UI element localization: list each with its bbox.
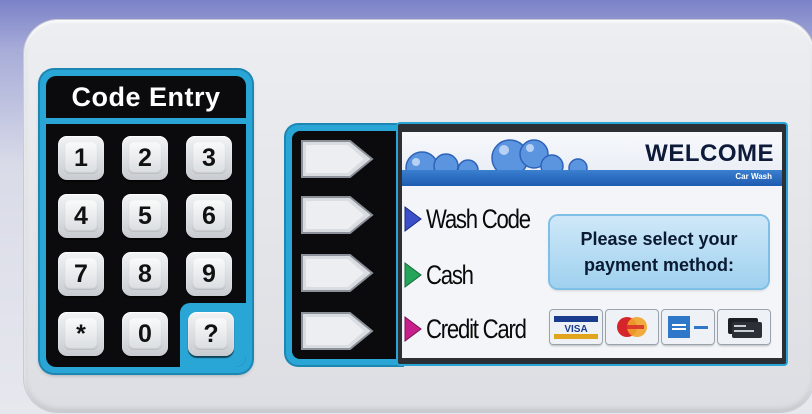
arrow-button-icon: [301, 140, 374, 178]
amex-logo: [668, 316, 708, 338]
keypad-title-divider: [46, 118, 246, 124]
amex-card-icon: [662, 310, 714, 344]
payment-prompt: Please select your payment method:: [550, 216, 768, 288]
key-7[interactable]: 7: [58, 252, 104, 296]
menu-item-credit-card[interactable]: Credit Card: [404, 312, 548, 346]
welcome-title: WELCOME: [645, 140, 774, 167]
mastercard-logo: [617, 317, 647, 337]
triangle-pointer-icon: [404, 316, 422, 342]
key-6-label: 6: [192, 200, 226, 232]
select-button-credit-card[interactable]: [298, 309, 376, 353]
keypad-face: Code Entry 1 2 3 4 5 6 7 8 9 * 0 ?: [46, 76, 246, 367]
selection-button-column-face: [292, 131, 402, 359]
payment-prompt-text: Please select your payment method:: [550, 226, 768, 278]
code-entry-keypad: Code Entry 1 2 3 4 5 6 7 8 9 * 0 ?: [40, 70, 252, 373]
key-8[interactable]: 8: [122, 252, 168, 296]
arrow-button-icon: [301, 196, 374, 234]
visa-text: VISA: [564, 324, 587, 335]
mastercard-icon: [606, 310, 658, 344]
banner-stripe: [402, 170, 782, 186]
key-0-label: 0: [128, 318, 162, 350]
menu-item-label: Wash Code: [426, 203, 531, 234]
select-button-wash-code[interactable]: [298, 193, 376, 237]
arrow-button-icon: [301, 312, 374, 350]
select-button-1[interactable]: [298, 137, 376, 181]
car-wash-subtitle: Car Wash: [735, 172, 772, 181]
visa-card-icon: VISA: [550, 310, 602, 344]
arrow-button-icon: [301, 254, 374, 292]
card-reader-icon: [718, 310, 770, 344]
prompt-line-2: payment method:: [583, 255, 734, 275]
key-4-label: 4: [64, 200, 98, 232]
menu-item-cash[interactable]: Cash: [404, 258, 483, 292]
key-5-label: 5: [128, 200, 162, 232]
key-2-label: 2: [128, 142, 162, 174]
card-stack-logo: [728, 318, 762, 338]
key-help[interactable]: ?: [188, 312, 234, 356]
key-0[interactable]: 0: [122, 312, 168, 356]
key-7-label: 7: [64, 258, 98, 290]
screen-content: WELCOME Car Wash Wash Code Cash Credit C…: [402, 132, 782, 358]
select-button-cash[interactable]: [298, 251, 376, 295]
key-4[interactable]: 4: [58, 194, 104, 238]
welcome-banner: WELCOME Car Wash: [402, 132, 782, 186]
menu-item-label: Credit Card: [426, 313, 527, 344]
accepted-cards: VISA: [550, 310, 772, 348]
key-6[interactable]: 6: [186, 194, 232, 238]
menu-item-wash-code[interactable]: Wash Code: [404, 202, 553, 236]
key-star[interactable]: *: [58, 312, 104, 356]
key-3-label: 3: [192, 142, 226, 174]
display-screen: WELCOME Car Wash Wash Code Cash Credit C…: [398, 124, 786, 364]
menu-item-label: Cash: [426, 259, 474, 290]
key-1-label: 1: [64, 142, 98, 174]
key-8-label: 8: [128, 258, 162, 290]
key-star-label: *: [64, 318, 98, 350]
key-2[interactable]: 2: [122, 136, 168, 180]
prompt-line-1: Please select your: [580, 229, 738, 249]
key-9-label: 9: [192, 258, 226, 290]
selection-button-column: [286, 125, 402, 365]
visa-logo: VISA: [554, 316, 598, 339]
key-help-label: ?: [194, 318, 228, 350]
keypad-title: Code Entry: [71, 82, 221, 112]
key-1[interactable]: 1: [58, 136, 104, 180]
key-9[interactable]: 9: [186, 252, 232, 296]
triangle-pointer-icon: [404, 206, 422, 232]
key-3[interactable]: 3: [186, 136, 232, 180]
triangle-pointer-icon: [404, 262, 422, 288]
key-5[interactable]: 5: [122, 194, 168, 238]
